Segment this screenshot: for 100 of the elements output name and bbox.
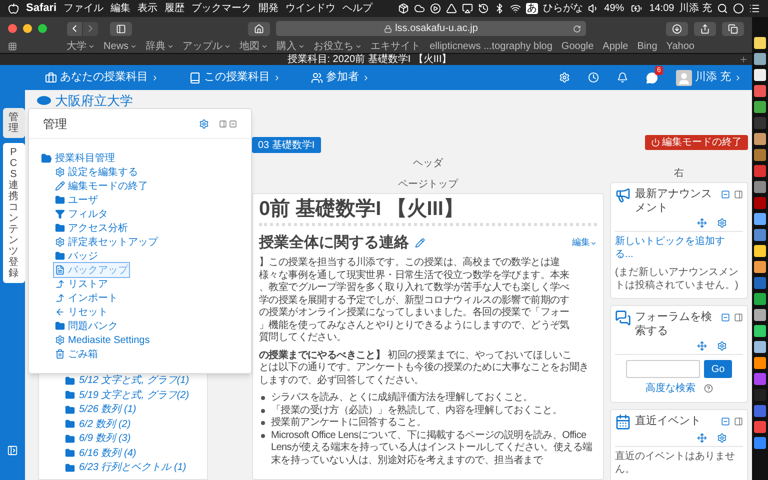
new-tab-icon[interactable]	[739, 55, 748, 64]
menu-item[interactable]: 履歴	[164, 1, 185, 16]
airplay-icon	[462, 3, 474, 14]
home-button[interactable]	[248, 22, 270, 36]
bookmark-item[interactable]: Google	[561, 42, 594, 52]
gear-icon[interactable]	[717, 341, 727, 351]
address-bar[interactable]: lss.osakafu-u.ac.jp	[276, 21, 586, 36]
tree-item[interactable]: Mediasite Settings	[54, 333, 151, 347]
move-icon[interactable]	[697, 218, 707, 228]
move-icon[interactable]	[697, 341, 707, 351]
dock-icon[interactable]	[734, 190, 743, 199]
dock-toggle-icon[interactable]	[7, 445, 18, 456]
grid-icon[interactable]	[8, 42, 17, 51]
tree-item[interactable]: インポート	[54, 291, 119, 305]
tabs-button[interactable]	[722, 22, 744, 36]
messages-icon[interactable]	[646, 72, 658, 84]
notification-bell-icon[interactable]	[616, 72, 628, 83]
minimize-window-icon[interactable]	[23, 24, 32, 33]
bookmark-item[interactable]: Bing	[637, 42, 658, 52]
bookmark-item[interactable]: News	[104, 42, 137, 52]
tree-item[interactable]: 編集モードの終了	[54, 179, 149, 193]
search-field[interactable]	[626, 360, 700, 378]
collapse-icon[interactable]	[721, 313, 730, 322]
add-topic-link[interactable]: 新しいトピックを追加する...	[615, 235, 743, 261]
section-link[interactable]: 6/23 行列とベクトル (1)	[65, 460, 207, 475]
bookmark-item[interactable]: Yahoo	[666, 42, 694, 52]
menu-item[interactable]: 編集	[110, 1, 131, 16]
zoom-window-icon[interactable]	[38, 24, 47, 33]
gear-icon[interactable]	[717, 218, 727, 228]
tree-item[interactable]: 授業科目管理	[41, 151, 251, 165]
nav-menu-link[interactable]: 参加者	[311, 69, 370, 86]
go-button[interactable]: Go	[704, 360, 732, 378]
dock-icon[interactable]	[734, 313, 743, 322]
tree-item[interactable]: 評定表セットアップ	[54, 235, 159, 249]
menu-item[interactable]: 開発	[258, 1, 279, 16]
section-link[interactable]: 6/2 数列 (2)	[65, 417, 207, 432]
collapse-icon[interactable]	[721, 417, 730, 426]
dock-icon[interactable]	[734, 417, 743, 426]
tree-item[interactable]: ユーザ	[54, 193, 99, 207]
bookmark-item[interactable]: Apple	[602, 42, 628, 52]
input-mode-indicator[interactable]: あ	[526, 3, 538, 14]
section-link[interactable]: 6/9 数列 (3)	[65, 432, 207, 446]
download-button[interactable]	[666, 22, 688, 36]
section-link[interactable]: 5/26 数列 (1)	[65, 402, 207, 417]
reload-icon[interactable]	[573, 24, 581, 32]
drawer-tab[interactable]: 管理	[2, 108, 24, 138]
bookmark-item[interactable]: ellipticnews ...tography blog	[430, 42, 552, 52]
tree-item[interactable]: バッジ	[54, 249, 99, 263]
advanced-search-link[interactable]: 高度な検索	[646, 381, 696, 396]
sidebar-button[interactable]	[110, 22, 132, 36]
menu-item[interactable]: ファイル	[64, 1, 104, 16]
bookmark-item[interactable]: お役立ち	[314, 42, 362, 52]
close-icon[interactable]	[229, 120, 237, 128]
bookmark-item[interactable]: 購入	[276, 42, 305, 52]
bookmark-item[interactable]: 大学	[66, 42, 95, 52]
edit-menu-link[interactable]: 編集	[572, 236, 597, 250]
filter-icon	[55, 209, 65, 219]
nav-menu-link[interactable]: この授業科目	[189, 69, 281, 86]
bookmark-item[interactable]: 辞典	[146, 42, 174, 52]
chevron-down-icon	[130, 43, 137, 50]
pencil-icon[interactable]	[415, 238, 425, 248]
help-icon[interactable]	[704, 384, 712, 393]
user-menu[interactable]: 川添 充	[676, 69, 742, 86]
menu-item[interactable]: ウインドウ	[286, 1, 336, 16]
section-link[interactable]: 6/16 数列 (4)	[65, 446, 207, 460]
speaker-icon	[588, 3, 600, 14]
section-link[interactable]: 5/12 文字と式, グラフ(1)	[65, 374, 207, 388]
tree-item[interactable]: ごみ箱	[54, 347, 99, 361]
text-line: 質問してください。	[259, 332, 348, 344]
bookmark-item[interactable]: エキサイト	[370, 42, 421, 52]
edit-mode-off-button[interactable]: 編集モードの終了	[645, 135, 748, 150]
nav-menu-link[interactable]: あなたの授業科目	[45, 69, 159, 86]
menu-item[interactable]: ブックマーク	[192, 1, 252, 16]
bookmark-item[interactable]: アップル	[182, 42, 231, 52]
tree-item[interactable]: リストア	[54, 277, 109, 291]
menu-item[interactable]: 表示	[138, 1, 158, 16]
tree-item[interactable]: バックアップ	[54, 263, 129, 277]
tree-item[interactable]: 設定を編集する	[54, 165, 139, 179]
gear-icon[interactable]	[717, 433, 727, 443]
tree-item[interactable]: 問題バンク	[54, 319, 119, 333]
clock-icon[interactable]	[588, 72, 599, 83]
tree-item[interactable]: リセット	[54, 305, 109, 319]
breadcrumb-button[interactable]: 03 基礎数学I	[252, 137, 321, 153]
gear-icon[interactable]	[199, 118, 209, 128]
move-icon[interactable]	[697, 433, 707, 443]
back-button[interactable]	[67, 22, 82, 36]
tree-item[interactable]: アクセス分析	[54, 221, 129, 235]
app-menu[interactable]: Safari	[26, 0, 57, 17]
drawer-tab[interactable]: PCS連携コンテンツ登録	[2, 143, 24, 283]
section-link[interactable]: 5/19 文字と式, グラフ(2)	[65, 388, 207, 402]
user-name[interactable]: 川添 充	[679, 1, 712, 16]
close-window-icon[interactable]	[8, 24, 17, 33]
collapse-icon[interactable]	[721, 190, 730, 199]
gear-icon	[55, 237, 65, 247]
share-button[interactable]	[694, 22, 716, 36]
tree-item[interactable]: フィルタ	[54, 207, 109, 221]
undock-icon[interactable]	[219, 120, 227, 128]
bookmark-item[interactable]: 地図	[240, 42, 268, 52]
active-tab[interactable]: 授業科目: 2020前 基礎数学I 【火III】	[0, 54, 739, 64]
menu-item[interactable]: ヘルプ	[342, 1, 373, 16]
